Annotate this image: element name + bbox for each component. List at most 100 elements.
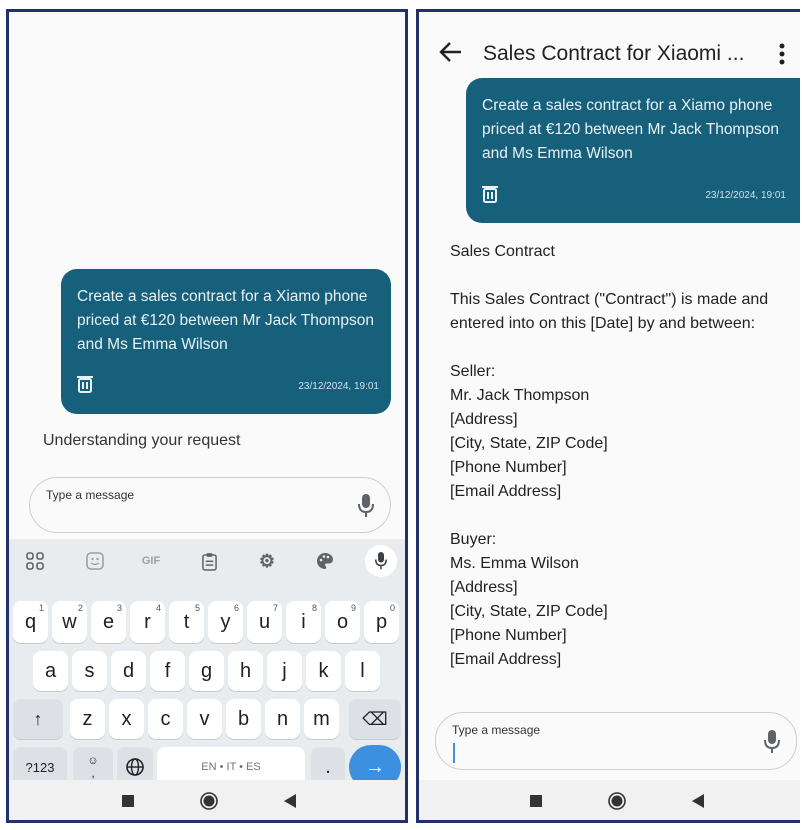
- key-z[interactable]: z: [70, 699, 105, 739]
- key-k[interactable]: k: [306, 651, 341, 691]
- key-number-hint: 4: [155, 603, 161, 613]
- key-h[interactable]: h: [228, 651, 263, 691]
- processing-status: Understanding your request: [43, 432, 241, 449]
- key-v[interactable]: v: [187, 699, 222, 739]
- seller-address: [Address]: [450, 411, 518, 428]
- comma-label: ,: [91, 766, 95, 780]
- key-o[interactable]: o9: [325, 601, 360, 643]
- key-label: n: [276, 707, 289, 730]
- key-label: p: [375, 610, 388, 633]
- recents-icon[interactable]: [122, 795, 134, 807]
- back-icon[interactable]: [692, 794, 704, 808]
- key-l[interactable]: l: [345, 651, 380, 691]
- chat-title: Sales Contract for Xiaomi ...: [483, 42, 745, 65]
- recents-icon[interactable]: [530, 795, 542, 807]
- sticker-icon[interactable]: [81, 547, 109, 575]
- key-n[interactable]: n: [265, 699, 300, 739]
- apps-icon[interactable]: [21, 547, 49, 575]
- key-e[interactable]: e3: [91, 601, 126, 643]
- user-message-bubble[interactable]: Create a sales contract for a Xiamo phon…: [466, 78, 800, 223]
- key-label: r: [144, 610, 151, 633]
- key-label: c: [160, 707, 171, 730]
- mic-icon[interactable]: [358, 494, 374, 518]
- key-f[interactable]: f: [150, 651, 185, 691]
- home-icon[interactable]: [200, 792, 218, 810]
- keyboard-mic-icon[interactable]: [365, 545, 397, 577]
- key-g[interactable]: g: [189, 651, 224, 691]
- seller-city: [City, State, ZIP Code]: [450, 435, 608, 452]
- key-w[interactable]: w2: [52, 601, 87, 643]
- key-a[interactable]: a: [33, 651, 68, 691]
- key-m[interactable]: m: [304, 699, 339, 739]
- home-icon[interactable]: [608, 792, 626, 810]
- message-input[interactable]: Type a message: [29, 477, 391, 533]
- key-x[interactable]: x: [109, 699, 144, 739]
- on-screen-keyboard: GIF ⚙ q1w2e3r4t5y6u7i8o9p0 asdfghjkl ↑ z…: [9, 539, 405, 789]
- key-label: u: [258, 610, 271, 633]
- key-label: m: [313, 707, 330, 730]
- backspace-key[interactable]: ⌫: [349, 699, 401, 739]
- key-label: x: [121, 707, 132, 730]
- key-s[interactable]: s: [72, 651, 107, 691]
- gear-icon[interactable]: ⚙: [253, 547, 281, 575]
- buyer-label: Buyer:: [450, 531, 497, 548]
- key-label: z: [82, 707, 93, 730]
- key-label: y: [220, 610, 231, 633]
- key-number-hint: 9: [350, 603, 356, 613]
- key-r[interactable]: r4: [130, 601, 165, 643]
- seller-phone: [Phone Number]: [450, 459, 567, 476]
- key-label: l: [360, 659, 365, 682]
- clipboard-icon[interactable]: [195, 547, 223, 575]
- key-label: v: [199, 707, 210, 730]
- buyer-email: [Email Address]: [450, 651, 562, 668]
- more-options-icon[interactable]: [779, 43, 785, 65]
- back-icon[interactable]: [284, 794, 296, 808]
- key-c[interactable]: c: [148, 699, 183, 739]
- key-label: o: [336, 610, 349, 633]
- key-label: i: [301, 610, 306, 633]
- system-nav-bar: [419, 780, 800, 820]
- buyer-block: Buyer: Ms. Emma Wilson [Address] [City, …: [450, 528, 790, 672]
- key-b[interactable]: b: [226, 699, 261, 739]
- key-label: t: [183, 610, 190, 633]
- user-message-bubble[interactable]: Create a sales contract for a Xiamo phon…: [61, 269, 391, 414]
- key-label: k: [318, 659, 329, 682]
- seller-block: Seller: Mr. Jack Thompson [Address] [Cit…: [450, 360, 790, 504]
- user-message-text: Create a sales contract for a Xiamo phon…: [482, 97, 779, 162]
- key-j[interactable]: j: [267, 651, 302, 691]
- key-number-hint: 5: [194, 603, 200, 613]
- key-label: g: [200, 659, 213, 682]
- buyer-phone: [Phone Number]: [450, 627, 567, 644]
- message-input-placeholder: Type a message: [452, 723, 541, 737]
- key-number-hint: 8: [311, 603, 317, 613]
- key-i[interactable]: i8: [286, 601, 321, 643]
- buyer-city: [City, State, ZIP Code]: [450, 603, 608, 620]
- chat-header: Sales Contract for Xiaomi ...: [419, 12, 800, 74]
- key-number-hint: 2: [77, 603, 83, 613]
- delete-icon[interactable]: [77, 375, 93, 393]
- message-timestamp: 23/12/2024, 19:01: [705, 190, 786, 201]
- key-y[interactable]: y6: [208, 601, 243, 643]
- user-message-text: Create a sales contract for a Xiamo phon…: [77, 288, 374, 353]
- key-t[interactable]: t5: [169, 601, 204, 643]
- back-arrow-icon[interactable]: [439, 42, 461, 62]
- key-u[interactable]: u7: [247, 601, 282, 643]
- message-input[interactable]: Type a message: [435, 712, 797, 770]
- gif-button[interactable]: GIF: [137, 547, 165, 575]
- contract-heading: Sales Contract: [450, 243, 555, 260]
- assistant-response: Sales Contract This Sales Contract ("Con…: [450, 240, 790, 696]
- key-p[interactable]: p0: [364, 601, 399, 643]
- seller-name: Mr. Jack Thompson: [450, 387, 590, 404]
- key-label: w: [62, 610, 77, 633]
- key-number-hint: 7: [272, 603, 278, 613]
- key-q[interactable]: q1: [13, 601, 48, 643]
- key-label: h: [239, 659, 252, 682]
- palette-icon[interactable]: [311, 547, 339, 575]
- shift-key[interactable]: ↑: [13, 699, 63, 739]
- mic-icon[interactable]: [764, 730, 780, 754]
- delete-icon[interactable]: [482, 185, 498, 203]
- buyer-name: Ms. Emma Wilson: [450, 555, 579, 572]
- key-d[interactable]: d: [111, 651, 146, 691]
- key-label: f: [164, 659, 171, 682]
- key-number-hint: 0: [389, 603, 395, 613]
